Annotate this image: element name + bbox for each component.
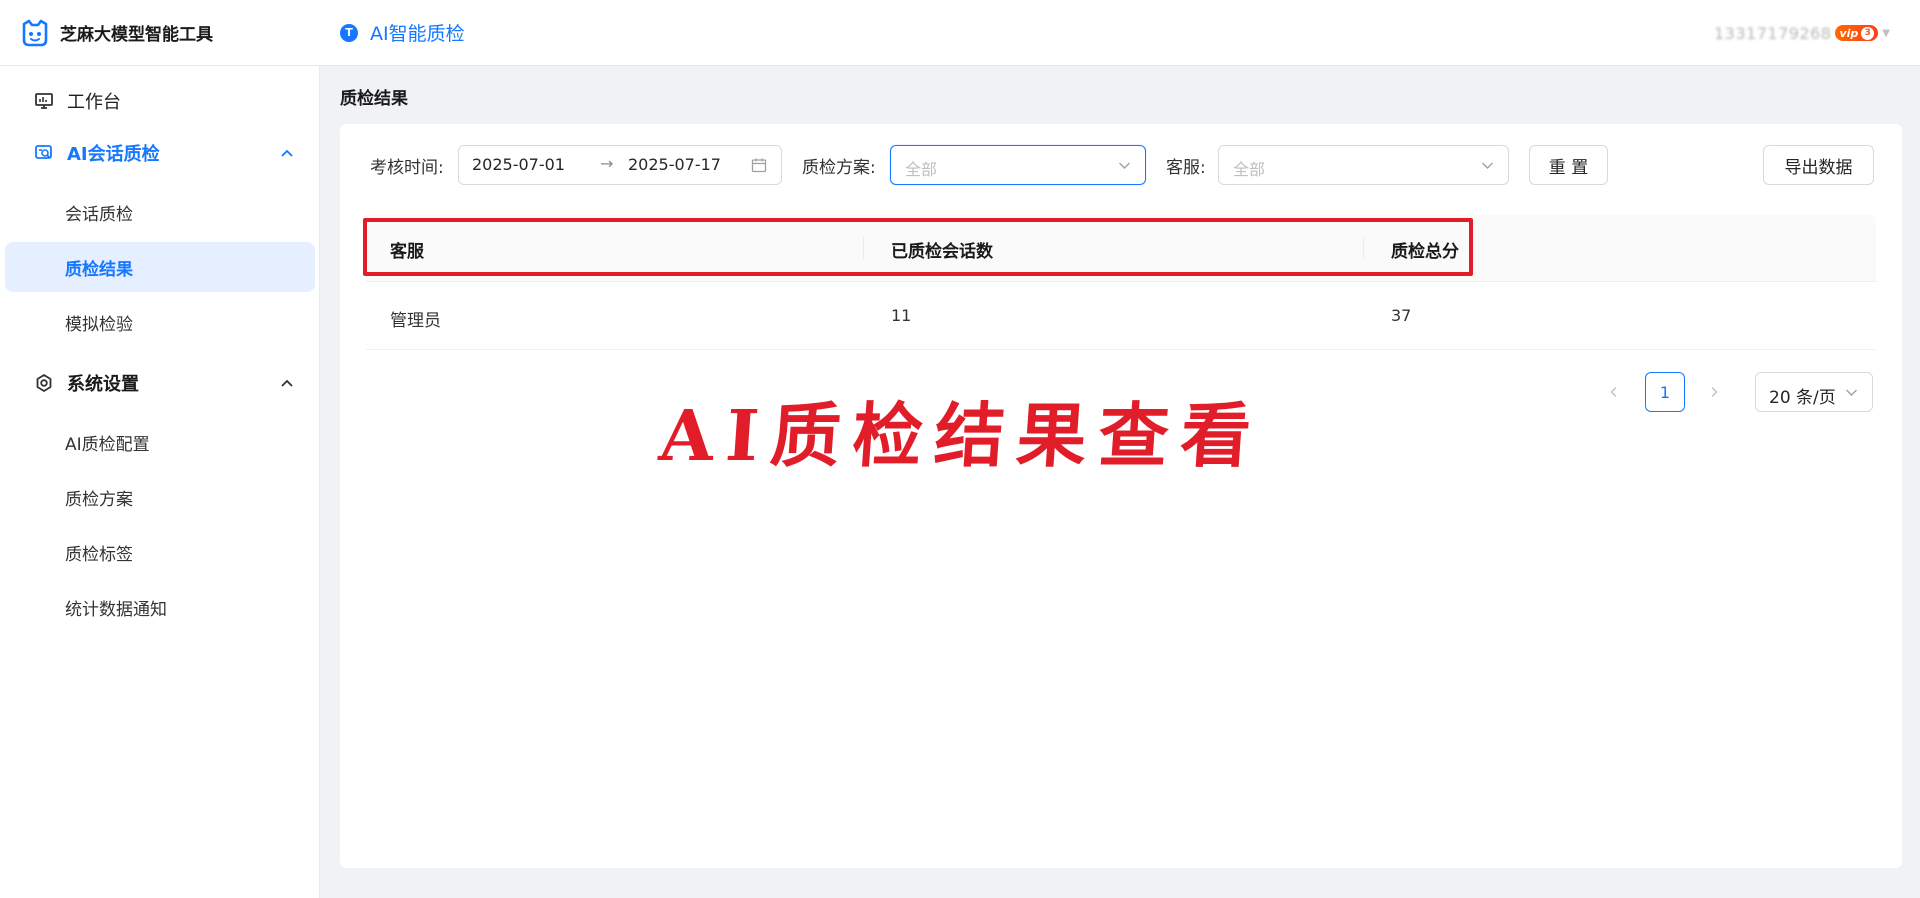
range-arrow-icon: → [600, 154, 614, 173]
agent-select[interactable]: 全部 [1218, 145, 1509, 185]
module-name: AI智能质检 [370, 23, 465, 45]
sidebar-item-label: AI质检配置 [65, 434, 150, 455]
sidebar: 工作台 AI会话质检 会话质检 质检结果 模拟检验 系统设置 AI质检配置 质检… [0, 66, 320, 898]
chevron-down-icon [1482, 162, 1493, 169]
sidebar-group-label: 系统设置 [67, 374, 139, 395]
table-row[interactable]: 管理员 11 37 [366, 282, 1876, 350]
caret-down-icon: ▼ [1882, 27, 1890, 39]
cell-score: 37 [1391, 306, 1412, 325]
sidebar-item-simulation[interactable]: 模拟检验 [5, 297, 315, 347]
brand-logo-icon [22, 19, 48, 46]
sidebar-item-label: 工作台 [67, 92, 121, 113]
sidebar-item-label: 模拟检验 [65, 314, 133, 335]
sidebar-group-settings[interactable]: 系统设置 [0, 356, 320, 410]
end-date[interactable]: 2025-07-17 [628, 155, 721, 174]
top-header: 芝麻大模型智能工具 T AI智能质检 13317179268 vip 3 ▼ [0, 0, 1920, 66]
sidebar-item-workbench[interactable]: 工作台 [0, 74, 320, 128]
user-menu[interactable]: 13317179268 vip 3 ▼ [1714, 0, 1890, 66]
gear-icon [36, 374, 52, 392]
vip-label: vip [1839, 26, 1859, 40]
sidebar-group-label: AI会话质检 [67, 144, 160, 165]
vip-badge: vip 3 [1835, 25, 1879, 41]
sidebar-item-ai-qc-config[interactable]: AI质检配置 [5, 417, 315, 467]
calendar-icon [751, 158, 767, 173]
page-size-value: 20 条/页 [1769, 388, 1836, 408]
plan-select[interactable]: 全部 [890, 145, 1146, 185]
chat-search-icon [35, 145, 52, 159]
page-size-select[interactable]: 20 条/页 [1755, 372, 1873, 412]
vip-level: 3 [1861, 26, 1875, 40]
sidebar-item-qc-tags[interactable]: 质检标签 [5, 527, 315, 577]
page-title: 质检结果 [340, 89, 408, 109]
column-header-score: 质检总分 [1391, 242, 1459, 262]
chevron-right-icon [1711, 387, 1718, 397]
annotation-caption: AI质检结果查看 [656, 394, 1266, 477]
sidebar-group-ai-session[interactable]: AI会话质检 [0, 126, 320, 180]
sidebar-item-qc-plan[interactable]: 质检方案 [5, 472, 315, 522]
cell-sessions: 11 [891, 306, 912, 325]
plan-filter-label: 质检方案: [802, 158, 876, 178]
chevron-down-icon [1846, 389, 1857, 396]
sidebar-item-label: 质检结果 [65, 259, 133, 280]
chevron-down-icon [1119, 162, 1130, 169]
agent-filter-label: 客服: [1166, 158, 1206, 178]
monitor-icon [35, 93, 53, 109]
reset-button[interactable]: 重 置 [1529, 145, 1608, 185]
ai-quality-icon: T [340, 23, 358, 42]
plan-select-placeholder: 全部 [905, 160, 938, 179]
next-page-button[interactable] [1704, 372, 1724, 412]
sidebar-item-label: 质检标签 [65, 544, 133, 565]
user-phone: 13317179268 [1713, 23, 1832, 43]
sidebar-item-stats-notice[interactable]: 统计数据通知 [5, 582, 315, 632]
table-header: 客服 已质检会话数 质检总分 [366, 215, 1876, 282]
results-card: 考核时间: 2025-07-01 → 2025-07-17 质检方案: 全部 客… [340, 124, 1902, 868]
current-module[interactable]: T AI智能质检 [320, 19, 465, 46]
column-header-sessions: 已质检会话数 [891, 242, 993, 262]
page-number[interactable]: 1 [1645, 372, 1685, 412]
sidebar-item-label: 会话质检 [65, 204, 133, 225]
export-data-button[interactable]: 导出数据 [1763, 145, 1874, 185]
chevron-left-icon [1610, 387, 1617, 397]
time-filter-label: 考核时间: [370, 158, 444, 178]
results-table: 客服 已质检会话数 质检总分 管理员 11 37 [366, 215, 1876, 350]
chevron-up-icon[interactable] [280, 376, 294, 390]
date-range-picker[interactable]: 2025-07-01 → 2025-07-17 [458, 145, 782, 185]
agent-select-placeholder: 全部 [1233, 160, 1266, 179]
sidebar-item-session-qc[interactable]: 会话质检 [5, 187, 315, 237]
brand-name: 芝麻大模型智能工具 [60, 25, 213, 45]
sidebar-item-label: 统计数据通知 [65, 599, 167, 620]
chevron-up-icon[interactable] [280, 146, 294, 160]
column-divider [863, 237, 864, 259]
column-divider [1363, 237, 1364, 259]
column-header-agent: 客服 [390, 242, 424, 262]
brand[interactable]: 芝麻大模型智能工具 [0, 18, 320, 48]
cell-agent: 管理员 [390, 311, 441, 331]
prev-page-button[interactable] [1604, 372, 1624, 412]
sidebar-item-qc-results[interactable]: 质检结果 [5, 242, 315, 292]
start-date[interactable]: 2025-07-01 [472, 155, 565, 174]
sidebar-item-label: 质检方案 [65, 489, 133, 510]
